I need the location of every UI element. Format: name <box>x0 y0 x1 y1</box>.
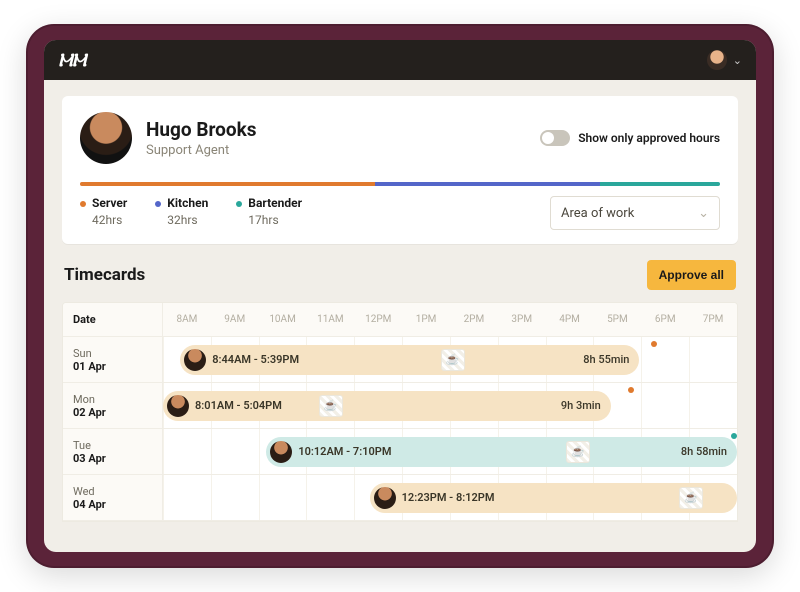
employee-avatar <box>80 112 132 164</box>
approve-all-button[interactable]: Approve all <box>647 260 736 290</box>
shift-avatar-icon <box>270 441 292 463</box>
legend-item-bartender: Bartender17hrs <box>236 196 302 227</box>
area-of-work-dropdown[interactable]: Area of work ⌄ <box>550 196 720 230</box>
legend-item-server: Server42hrs <box>80 196 127 227</box>
row-day: Mon <box>73 393 152 406</box>
row-day: Wed <box>73 485 152 498</box>
hour-label: 11AM <box>306 314 354 325</box>
chevron-down-icon: ⌄ <box>698 206 709 221</box>
date-column-label: Date <box>73 313 152 326</box>
user-menu[interactable]: ⌄ <box>707 50 742 70</box>
timecard-row: Mon02 Apr 8:01AM - 5:04PM ☕ 9h 3min <box>63 383 737 429</box>
row-date: 04 Apr <box>73 498 152 511</box>
timecard-row: Sun01 Apr 8:44AM - 5:39PM ☕ 8h 55min <box>63 337 737 383</box>
bar-segment-bartender <box>600 182 720 186</box>
approved-hours-toggle[interactable]: Show only approved hours <box>540 130 720 146</box>
shift-avatar-icon <box>167 395 189 417</box>
shift-avatar-icon <box>374 487 396 509</box>
shift-range: 8:01AM - 5:04PM <box>195 399 282 412</box>
timecard-header: Date 8AM9AM10AM11AM12PM1PM2PM3PM4PM5PM6P… <box>63 303 737 337</box>
toggle-switch-icon[interactable] <box>540 130 570 146</box>
topbar: ⲘⲘ ⌄ <box>44 40 756 80</box>
hour-label: 7PM <box>689 314 737 325</box>
toggle-label: Show only approved hours <box>578 131 720 145</box>
shift-duration: 8h 58min <box>681 445 727 458</box>
row-date: 03 Apr <box>73 452 152 465</box>
hour-label: 12PM <box>354 314 402 325</box>
hour-label: 8AM <box>163 314 211 325</box>
hour-label: 2PM <box>450 314 498 325</box>
chevron-down-icon: ⌄ <box>733 54 742 67</box>
shift-block[interactable]: 10:12AM - 7:10PM ☕ 8h 58min <box>266 437 737 467</box>
employee-name: Hugo Brooks <box>146 118 257 141</box>
timecard-grid: Date 8AM9AM10AM11AM12PM1PM2PM3PM4PM5PM6P… <box>62 302 738 522</box>
shift-avatar-icon <box>184 349 206 371</box>
timecard-body: Sun01 Apr 8:44AM - 5:39PM ☕ 8h 55min Mon02 A… <box>63 337 737 521</box>
break-icon: ☕ <box>679 487 703 509</box>
hour-label: 6PM <box>641 314 689 325</box>
break-icon: ☕ <box>441 349 465 371</box>
timecard-row: Tue03 Apr 10:12AM - 7:10PM ☕ 8h 58min <box>63 429 737 475</box>
shift-block[interactable]: 12:23PM - 8:12PM ☕ <box>370 483 737 513</box>
tablet-frame: ⲘⲘ ⌄ Hugo Brooks Support Agent <box>26 24 774 568</box>
content: Hugo Brooks Support Agent Show only appr… <box>44 80 756 552</box>
shift-range: 8:44AM - 5:39PM <box>212 353 299 366</box>
shift-duration: 8h 55min <box>583 353 629 366</box>
break-icon: ☕ <box>319 395 343 417</box>
timecard-row: Wed04 Apr 12:23PM - 8:12PM ☕ <box>63 475 737 521</box>
row-date: 02 Apr <box>73 406 152 419</box>
hours-breakdown-bar <box>80 182 720 186</box>
hour-label: 10AM <box>259 314 307 325</box>
hour-label: 1PM <box>402 314 450 325</box>
employee-role: Support Agent <box>146 143 257 158</box>
profile-card: Hugo Brooks Support Agent Show only appr… <box>62 96 738 244</box>
shift-duration: 9h 3min <box>561 399 601 412</box>
screen: ⲘⲘ ⌄ Hugo Brooks Support Agent <box>44 40 756 552</box>
bar-segment-kitchen <box>375 182 600 186</box>
shift-block[interactable]: 8:44AM - 5:39PM ☕ 8h 55min <box>180 345 639 375</box>
break-icon: ☕ <box>566 441 590 463</box>
hour-label: 3PM <box>498 314 546 325</box>
shift-block[interactable]: 8:01AM - 5:04PM ☕ 9h 3min <box>163 391 611 421</box>
dropdown-label: Area of work <box>561 206 634 221</box>
bar-segment-server <box>80 182 375 186</box>
shift-range: 10:12AM - 7:10PM <box>298 445 391 458</box>
shift-range: 12:23PM - 8:12PM <box>402 491 495 504</box>
legend-item-kitchen: Kitchen32hrs <box>155 196 208 227</box>
section-title: Timecards <box>64 265 145 285</box>
status-dot-icon <box>628 387 634 393</box>
hour-label: 4PM <box>546 314 594 325</box>
row-day: Sun <box>73 347 152 360</box>
row-day: Tue <box>73 439 152 452</box>
status-dot-icon <box>651 341 657 347</box>
row-date: 01 Apr <box>73 360 152 373</box>
app-logo[interactable]: ⲘⲘ <box>58 50 85 71</box>
hour-label: 5PM <box>593 314 641 325</box>
hours-breakdown-legend: Server42hrs Kitchen32hrs Bartender17hrs <box>80 196 302 227</box>
user-avatar-icon <box>707 50 727 70</box>
status-dot-icon <box>731 433 737 439</box>
hour-label: 9AM <box>211 314 259 325</box>
